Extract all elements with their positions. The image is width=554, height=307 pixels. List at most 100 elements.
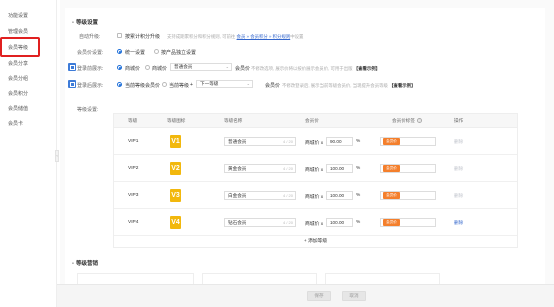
price-tag-field[interactable]: 会员价 [380, 137, 436, 146]
level-badge-icon[interactable]: V1 [170, 135, 181, 148]
after-login-label: 登录后展示: [77, 83, 104, 89]
help-icon[interactable]: ? [416, 118, 422, 124]
sidebar-item-member-stored-value[interactable]: 会员储值 [8, 105, 28, 112]
before-login-hint: 不修改选项, 展示价将以按价展示会员价, 可用于出版 【查看示例】 [251, 65, 381, 71]
price-tag-badge: 会员价 [383, 192, 400, 199]
price-prefix: 商城价 x [305, 168, 324, 173]
level-code: VIP4 [128, 220, 139, 225]
price-prefix: 商城价 x [305, 222, 324, 227]
price-tag-field[interactable]: 会员价 [380, 191, 436, 200]
sidebar: 功能设置 管理会员 会员等级 会员分享 会员分组 会员积分 会员储值 会员卡 [0, 0, 57, 307]
sidebar-item-member-card[interactable]: 会员卡 [8, 120, 23, 127]
after-login-level-select[interactable]: 下一等级 ⌄ [196, 80, 253, 88]
points-rule-link[interactable]: 会员 » 会员积分 » 积分规则 [237, 34, 291, 39]
table-row: VIP1 V1 普通会员 4 / 20 商城价 x 90.00 % 会员价 删除 [114, 128, 517, 155]
settings-card: • 等级设置 自动升级: 按累计积分升级 支持成期累积分和积分规则, 可前往 会员… [65, 8, 545, 298]
auto-upgrade-hint: 支持成期累积分和积分规则, 可前往 会员 » 会员积分 » 积分规则中设置 [167, 33, 304, 39]
level-name-input[interactable]: 钻石会员 4 / 20 [224, 218, 296, 227]
after-login-current-level2-label: 当前等级 [169, 83, 190, 89]
sidebar-item-manage-members[interactable]: 管理会员 [8, 28, 28, 35]
before-login-suffix: 会员价 [235, 66, 251, 72]
col-level: 等级 [128, 118, 138, 123]
discount-input[interactable]: 100.00 [326, 191, 353, 200]
before-login-label: 登录前展示: [77, 66, 104, 72]
cancel-button[interactable]: 取消 [342, 291, 366, 301]
sidebar-item-member-points[interactable]: 会员积分 [8, 90, 28, 97]
price-prefix: 商城价 x [305, 141, 324, 146]
price-tag-badge: 会员价 [383, 219, 400, 226]
collapse-sidebar-button[interactable]: ‹ [55, 150, 59, 162]
table-row: VIP4 V4 钻石会员 4 / 20 商城价 x 100.00 % 会员价 删除 [114, 209, 517, 236]
after-login-next-level-radio[interactable] [162, 82, 167, 87]
unified-setting-label: 统一设置 [125, 50, 146, 56]
sidebar-item-member-groups[interactable]: 会员分组 [8, 75, 28, 82]
section-title-level-settings: • 等级设置 [72, 20, 98, 26]
member-price-label: 会员价设置: [77, 50, 104, 56]
price-prefix: 商城价 x [305, 195, 324, 200]
before-login-mall-price2-label: 商城价 [152, 66, 168, 72]
auto-upgrade-option: 按累计积分升级 [125, 34, 161, 40]
delete-link[interactable]: 删除 [454, 193, 463, 199]
price-tag-field[interactable]: 会员价 [380, 218, 436, 227]
col-name: 等级名称 [224, 118, 243, 123]
discount-input[interactable]: 90.00 [326, 137, 353, 146]
after-login-current-level-radio[interactable] [117, 82, 122, 87]
level-code: VIP3 [128, 193, 139, 198]
percent-sign: % [356, 193, 361, 198]
auto-upgrade-label: 自动升级: [79, 34, 101, 40]
levels-table: 等级 等级图标 等级名称 会员价 会员价标签? 操作 VIP1 V1 普通会员 4… [113, 113, 518, 248]
save-button[interactable]: 保存 [307, 291, 331, 301]
discount-input[interactable]: 100.00 [326, 164, 353, 173]
add-level-button[interactable]: + 添加等级 [114, 236, 517, 248]
sidebar-item-member-share[interactable]: 会员分享 [8, 60, 28, 67]
level-code: VIP1 [128, 139, 139, 144]
chevron-down-icon: ⌄ [246, 81, 250, 86]
per-product-setting-label: 按产品独立设置 [161, 50, 197, 56]
level-code: VIP2 [128, 166, 139, 171]
before-login-mall-price-label: 商城价 [125, 66, 141, 72]
before-login-member-radio[interactable] [145, 65, 150, 70]
discount-input[interactable]: 100.00 [326, 218, 353, 227]
before-login-level-select[interactable]: 普通会员 ⌄ [170, 63, 232, 71]
percent-sign: % [356, 139, 361, 144]
unified-setting-radio[interactable] [117, 49, 122, 54]
section-title-benefits: • 等级营销 [72, 261, 98, 267]
after-login-icon [68, 80, 76, 88]
before-login-icon [68, 63, 76, 71]
sidebar-item-function-settings[interactable]: 功能设置 [8, 12, 28, 19]
level-badge-icon[interactable]: V3 [170, 189, 181, 202]
level-name-input[interactable]: 黄金会员 4 / 20 [224, 164, 296, 173]
after-login-current-level-label: 当前等级会员价 [125, 83, 161, 89]
plus-sign: + [190, 82, 193, 88]
auto-upgrade-checkbox[interactable] [117, 33, 122, 38]
after-login-suffix: 会员价 [265, 83, 281, 89]
percent-sign: % [356, 220, 361, 225]
after-login-example-link[interactable]: 【查看示例】 [389, 83, 415, 88]
per-product-setting-radio[interactable] [154, 49, 159, 54]
delete-link[interactable]: 删除 [454, 139, 463, 145]
level-name-input[interactable]: 普通会员 4 / 20 [224, 137, 296, 146]
table-row: VIP2 V2 黄金会员 4 / 20 商城价 x 100.00 % 会员价 删除 [114, 155, 517, 182]
highlight-box [0, 37, 40, 57]
after-login-hint: 不修改登录后, 展示当前等级会员价, 当现提升会员等级 【查看示例】 [282, 82, 416, 88]
price-tag-badge: 会员价 [383, 165, 400, 172]
before-login-example-link[interactable]: 【查看示例】 [354, 66, 380, 71]
levels-label: 等级设置: [77, 107, 99, 113]
level-name-input[interactable]: 白金会员 4 / 20 [224, 191, 296, 200]
percent-sign: % [356, 166, 361, 171]
price-tag-badge: 会员价 [383, 138, 400, 145]
footer-bar: 保存 取消 [57, 284, 554, 307]
level-badge-icon[interactable]: V2 [170, 162, 181, 175]
table-row: VIP3 V3 白金会员 4 / 20 商城价 x 100.00 % 会员价 删除 [114, 182, 517, 209]
delete-link[interactable]: 删除 [454, 166, 463, 172]
delete-link[interactable]: 删除 [454, 220, 463, 226]
level-badge-icon[interactable]: V4 [170, 216, 181, 229]
chevron-down-icon: ⌄ [225, 64, 229, 69]
col-member-price: 会员价 [305, 118, 319, 123]
table-header: 等级 等级图标 等级名称 会员价 会员价标签? 操作 [114, 114, 517, 128]
col-actions: 操作 [454, 118, 464, 123]
main-content: • 等级设置 自动升级: 按累计积分升级 支持成期累积分和积分规则, 可前往 会员… [60, 0, 554, 307]
price-tag-field[interactable]: 会员价 [380, 164, 436, 173]
col-price-tag: 会员价标签? [392, 118, 422, 124]
before-login-mall-price-radio[interactable] [117, 65, 122, 70]
